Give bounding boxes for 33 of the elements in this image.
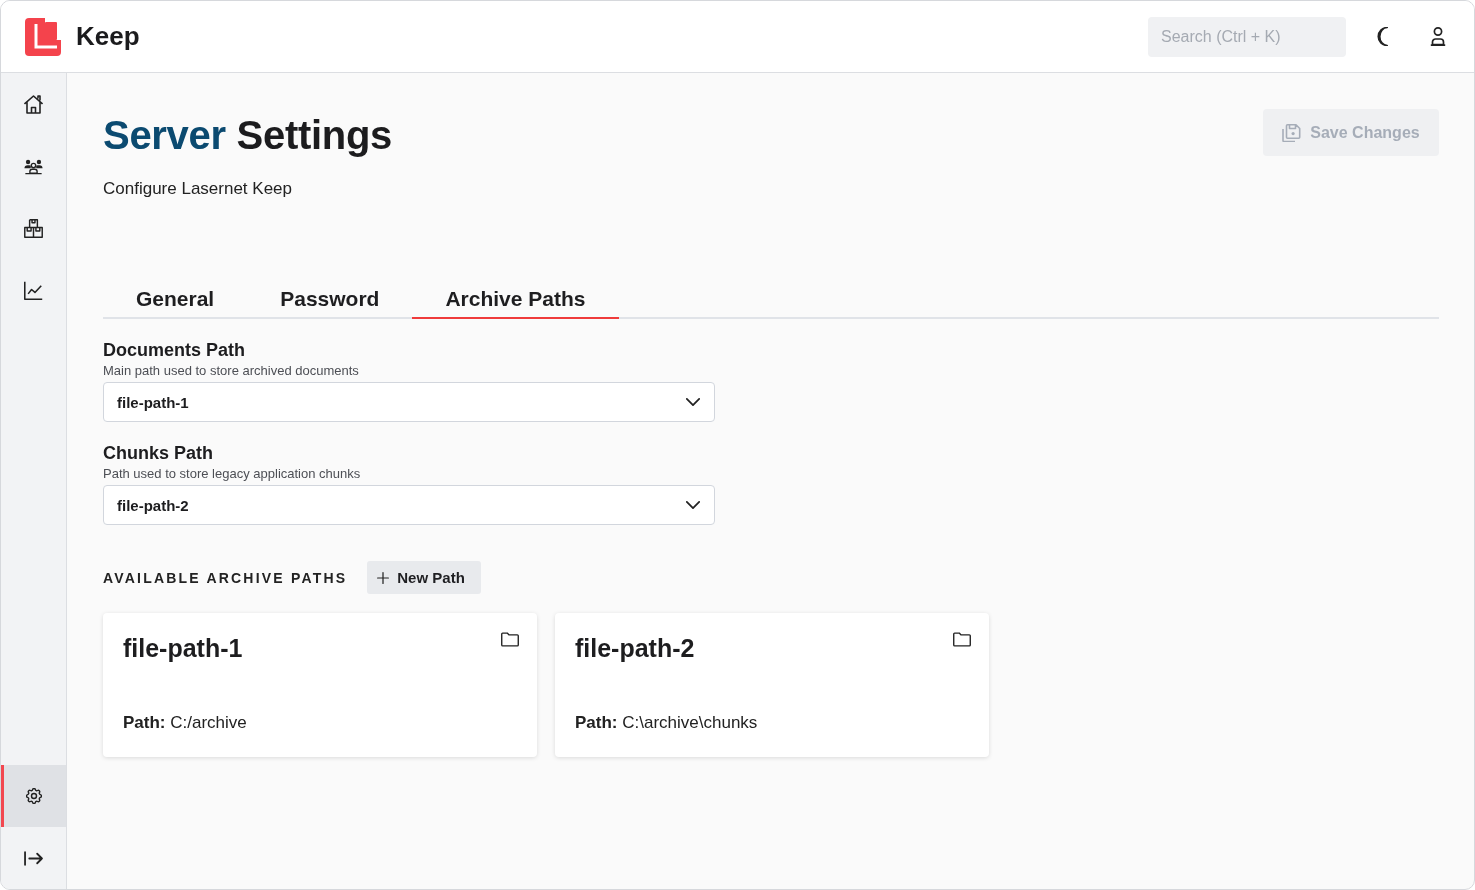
field-description: Path used to store legacy application chunks [103,466,362,482]
user-icon [1430,27,1446,46]
line-chart-icon [24,280,43,300]
folder-icon [501,632,519,647]
home-icon [24,94,43,114]
floppy-stack-icon [1282,123,1302,142]
logo-icon [25,17,61,56]
settings-icon [25,788,42,804]
new-path-button[interactable]: New Path [367,561,481,594]
path-dropdown[interactable]: file-path-1 [103,382,715,422]
path-text: Path: C:/archive [123,712,248,734]
boxes-icon [24,218,43,238]
chevron-down-icon [686,398,700,406]
search-field[interactable]: Search (Ctrl + K) [1148,16,1346,57]
app-name: Keep [76,21,140,52]
card-title: file-path-2 [575,633,695,663]
moon-icon [1376,27,1388,46]
path-text: Path: C:\archive\chunks [575,712,759,734]
card-title: file-path-1 [123,633,243,663]
field-label: Chunks Path [103,442,214,464]
field-description: Main path used to store archived documents [103,363,360,379]
chevron-down-icon [686,501,700,509]
folder-icon [953,632,971,647]
section-heading: AVAILABLE ARCHIVE PATHS [103,569,348,586]
plus-icon [377,571,390,584]
tab[interactable]: Archive Paths [412,279,619,319]
bar-arrow-icon [24,848,43,868]
tab[interactable]: General [103,279,248,319]
page-title: Server Settings [103,112,392,159]
path-dropdown[interactable]: file-path-2 [103,485,715,525]
tab[interactable]: Password [247,279,413,319]
field-label: Documents Path [103,339,247,361]
page-subtitle: Configure Lasernet Keep [103,178,294,200]
